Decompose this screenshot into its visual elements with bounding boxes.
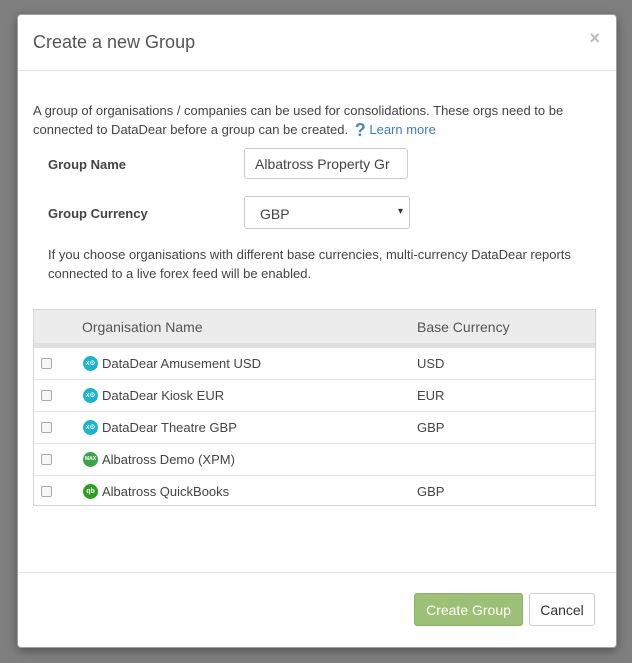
group-currency-label: Group Currency (48, 206, 148, 221)
chevron-down-icon: ▾ (397, 206, 403, 217)
base-currency: GBP (417, 420, 445, 435)
organisation-name: Albatross Demo (XPM) (102, 452, 235, 467)
modal-header: Create a new Group × (18, 15, 616, 71)
organisation-name: Albatross QuickBooks (102, 484, 230, 499)
cancel-button[interactable]: Cancel (529, 593, 595, 626)
table-row: qb Albatross QuickBooks GBP (34, 476, 595, 507)
organisation-name: DataDear Amusement USD (102, 356, 261, 371)
modal-footer: Create Group Cancel (18, 572, 616, 647)
column-header-base-currency[interactable]: Base Currency (417, 319, 510, 335)
organisation-name: DataDear Kiosk EUR (102, 388, 225, 403)
table-header: Organisation Name Base Currency (34, 310, 595, 348)
group-currency-value: GBP (260, 206, 290, 222)
close-icon[interactable]: × (589, 28, 600, 49)
table-row: x⊙ DataDear Amusement USD USD (34, 348, 595, 380)
xero-icon: x⊙ (83, 388, 98, 403)
quickbooks-icon: qb (83, 484, 98, 499)
modal-title: Create a new Group (33, 32, 196, 52)
table-row: x⊙ DataDear Kiosk EUR EUR (34, 380, 595, 412)
learn-more-link[interactable]: Learn more (369, 122, 435, 137)
xero-icon: x⊙ (83, 356, 98, 371)
group-name-label: Group Name (48, 157, 127, 172)
table-row: x⊙ DataDear Theatre GBP GBP (34, 412, 595, 444)
intro-description: A group of organisations / companies can… (33, 103, 564, 137)
organisations-table: Organisation Name Base Currency x⊙ DataD… (33, 309, 596, 506)
table-row: MAX Albatross Demo (XPM) (34, 444, 595, 476)
multi-currency-note: If you choose organisations with differe… (48, 247, 571, 281)
organisation-name: DataDear Theatre GBP (102, 420, 237, 435)
row-checkbox[interactable] (41, 454, 52, 465)
column-header-organisation-name[interactable]: Organisation Name (82, 319, 203, 335)
intro-text: A group of organisations / companies can… (33, 101, 598, 139)
row-checkbox[interactable] (41, 422, 52, 433)
row-checkbox[interactable] (41, 486, 52, 497)
base-currency: GBP (417, 484, 445, 499)
base-currency: USD (417, 356, 445, 371)
xpm-max-icon: MAX (83, 452, 98, 467)
row-checkbox[interactable] (41, 390, 52, 401)
create-group-modal: Create a new Group × A group of organisa… (17, 14, 617, 648)
create-group-button[interactable]: Create Group (414, 593, 523, 626)
xero-icon: x⊙ (83, 420, 98, 435)
base-currency: EUR (417, 388, 445, 403)
group-name-input[interactable] (244, 148, 408, 179)
help-icon[interactable]: ? (355, 121, 366, 139)
row-checkbox[interactable] (41, 358, 52, 369)
group-currency-select[interactable]: GBP ▾ (244, 196, 410, 229)
